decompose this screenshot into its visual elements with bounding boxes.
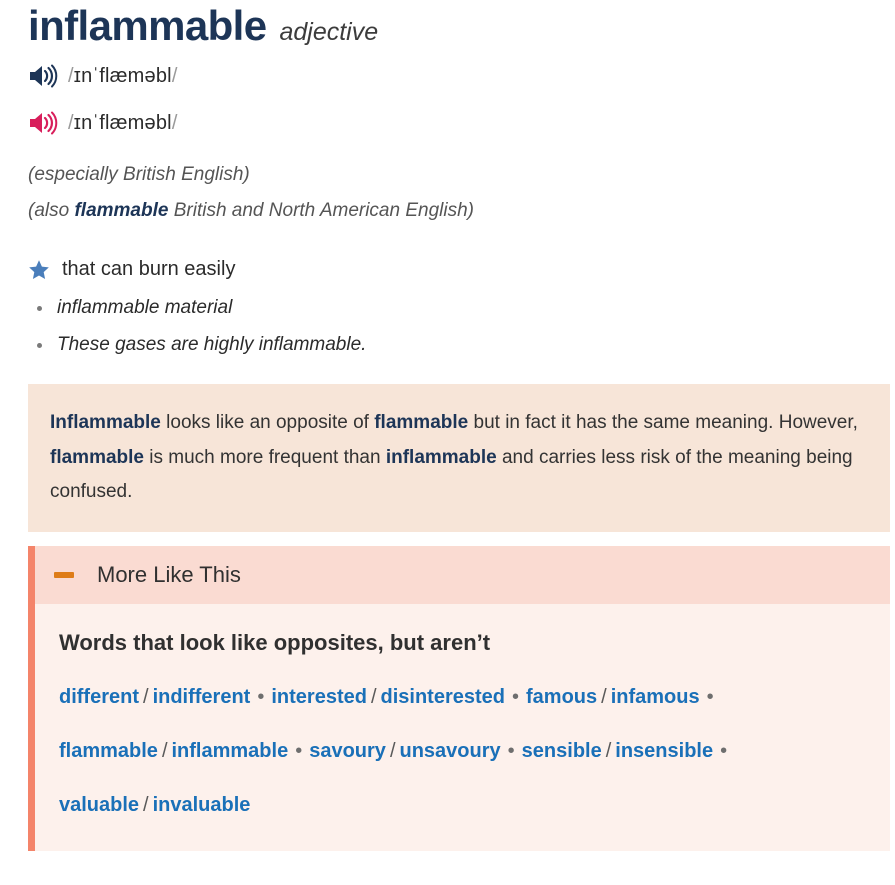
pronunciation-american: /ɪnˈflæməbl/: [28, 103, 895, 143]
minus-icon[interactable]: [54, 572, 74, 579]
usage-note-text: Inflammable looks like an opposite of fl…: [50, 406, 866, 510]
bullet-icon: [37, 306, 42, 312]
ipa-close-slash: /: [171, 111, 178, 134]
word-pair-rows: different / indifferent • interested / disinte…: [59, 682, 866, 821]
word-link[interactable]: unsavoury: [400, 740, 501, 762]
word-link[interactable]: inflammable: [172, 740, 289, 762]
more-like-this-label: More Like This: [97, 562, 241, 588]
definition-row: that can burn easily: [28, 256, 895, 282]
word-link[interactable]: famous: [526, 686, 597, 708]
word-pair-row: flammable / inflammable • savoury / unsavoury •…: [59, 736, 866, 767]
usage-keyword: Inflammable: [50, 411, 161, 433]
word-pair-row: different / indifferent • interested / disinte…: [59, 682, 866, 713]
variant-suffix: British and North American English): [168, 200, 474, 222]
phonetic-transcription-british: /ɪnˈflæməbl/: [68, 65, 178, 88]
page-title: inflammable: [28, 2, 267, 49]
star-icon: [28, 259, 50, 281]
word-link[interactable]: valuable: [59, 794, 139, 816]
ipa-close-slash: /: [171, 64, 178, 87]
word-link[interactable]: indifferent: [153, 686, 251, 708]
variant-prefix: (also: [28, 200, 75, 222]
more-like-this-subtitle: Words that look like opposites, but aren…: [59, 630, 491, 656]
definition-text: that can burn easily: [62, 258, 236, 281]
variant-note-region: (especially British English): [28, 157, 895, 193]
word-pair-row: valuable / invaluable: [59, 790, 866, 821]
usage-keyword: flammable: [50, 446, 144, 468]
example-text: These gases are highly inflammable.: [57, 334, 367, 356]
list-item: inflammable material: [37, 295, 895, 321]
usage-note-panel: Inflammable looks like an opposite of fl…: [28, 383, 890, 533]
pair-slash-separator: /: [605, 740, 612, 763]
pair-slash-separator: /: [389, 740, 396, 763]
pronunciation-british: /ɪnˈflæməbl/: [28, 56, 895, 96]
more-like-this-body: Words that look like opposites, but aren…: [35, 604, 890, 851]
headword-line: inflammable adjective: [28, 0, 895, 50]
pair-dot-separator: •: [720, 740, 728, 763]
pair-dot-separator: •: [507, 740, 515, 763]
usage-plain-text: is much more frequent than: [143, 446, 386, 468]
usage-plain-text: looks like an opposite of: [160, 411, 375, 433]
word-link[interactable]: interested: [271, 686, 367, 708]
more-like-this-section: More Like This Words that look like oppo…: [28, 546, 890, 852]
usage-keyword: flammable: [374, 411, 469, 433]
word-link[interactable]: sensible: [522, 740, 602, 762]
pair-dot-separator: •: [295, 740, 303, 763]
word-link[interactable]: insensible: [615, 740, 713, 762]
phonetic-transcription-american: /ɪnˈflæməbl/: [68, 112, 178, 135]
sense-block: that can burn easily inflammable materia…: [0, 256, 895, 357]
word-link[interactable]: disinterested: [381, 686, 505, 708]
pair-slash-separator: /: [143, 794, 149, 817]
usage-plain-text: but in fact it has the same meaning. How…: [468, 411, 858, 433]
pair-slash-separator: /: [601, 686, 607, 709]
variant-prefix: (especially British English): [28, 164, 250, 186]
pair-dot-separator: •: [512, 686, 520, 709]
part-of-speech: adjective: [279, 18, 379, 46]
pair-slash-separator: /: [143, 686, 149, 709]
pair-slash-separator: /: [161, 740, 168, 763]
variant-notes: (especially British English) (also flamm…: [0, 157, 895, 229]
example-text: inflammable material: [57, 297, 233, 319]
pair-slash-separator: /: [370, 686, 377, 709]
entry-header: inflammable adjective /ɪnˈflæməbl/ /ɪnˈf…: [0, 0, 895, 143]
word-link[interactable]: savoury: [309, 740, 386, 762]
list-item: These gases are highly inflammable.: [37, 332, 895, 358]
example-list: inflammable material These gases are hig…: [28, 295, 895, 357]
more-like-this-toggle[interactable]: More Like This: [35, 546, 890, 605]
word-link[interactable]: infamous: [611, 686, 700, 708]
ipa-text: ɪnˈflæməbl: [73, 64, 172, 87]
variant-note-also: (also flammable British and North Americ…: [28, 193, 895, 229]
pair-dot-separator: •: [706, 686, 714, 709]
variant-word-link[interactable]: flammable: [74, 200, 168, 221]
ipa-text: ɪnˈflæməbl: [73, 111, 172, 134]
word-link[interactable]: flammable: [59, 740, 158, 762]
usage-keyword: inflammable: [385, 446, 497, 468]
pair-dot-separator: •: [257, 686, 265, 709]
word-link[interactable]: different: [59, 686, 139, 708]
speaker-icon[interactable]: [28, 63, 58, 89]
speaker-icon[interactable]: [28, 110, 58, 136]
word-link[interactable]: invaluable: [153, 794, 251, 816]
bullet-icon: [37, 343, 42, 349]
